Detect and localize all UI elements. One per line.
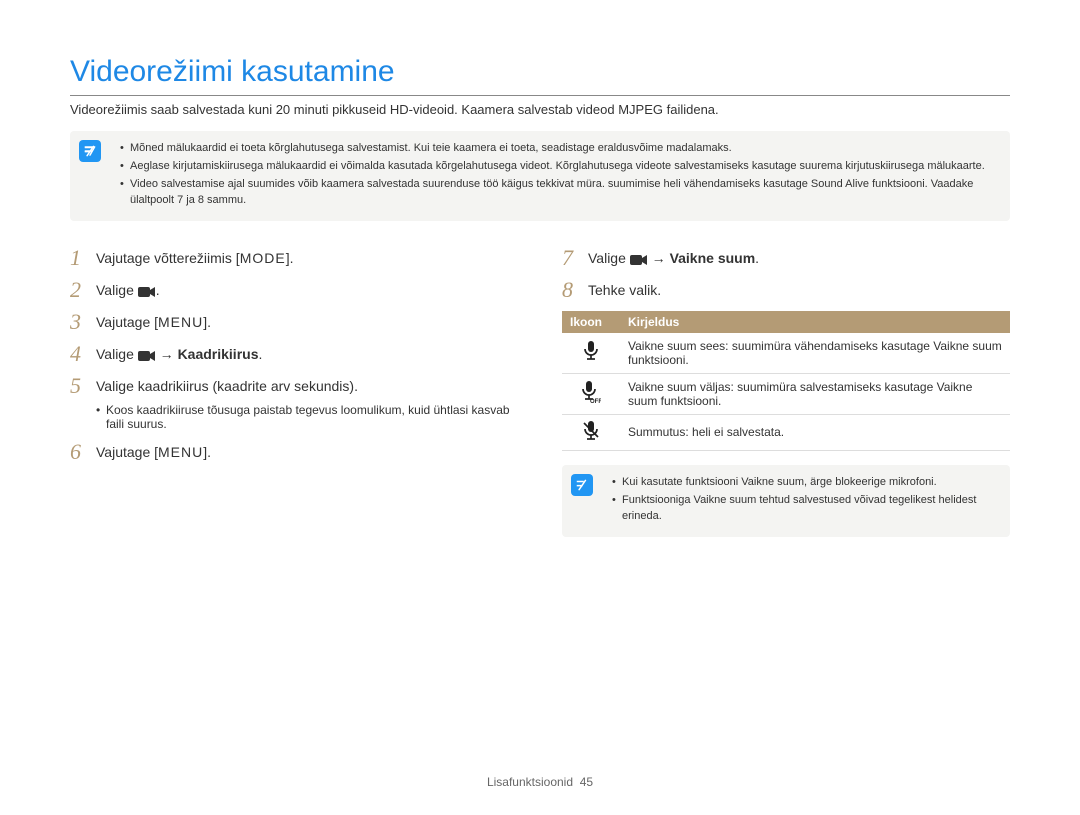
step-text: Valige kaadrikiirus (kaadrite arv sekund…	[96, 375, 358, 394]
intro-text: Videorežiimis saab salvestada kuni 20 mi…	[70, 102, 1010, 117]
options-table: Ikoon Kirjeldus Vaikne suum sees: suumim…	[562, 311, 1010, 451]
step-number: 2	[70, 279, 96, 301]
footer-page-number: 45	[580, 775, 593, 789]
step-8: 8 Tehke valik.	[562, 279, 1010, 301]
menu-label: MENU	[158, 314, 203, 330]
step-text: ].	[203, 444, 211, 460]
left-column: 1 Vajutage võtterežiimis [MODE]. 2 Valig…	[70, 247, 518, 563]
arrow-icon: →	[160, 346, 174, 362]
step-5: 5 Valige kaadrikiirus (kaadrite arv seku…	[70, 375, 518, 397]
step-number: 5	[70, 375, 96, 397]
top-note-item: Video salvestamise ajal suumides võib ka…	[120, 177, 1000, 209]
table-row-text: : heli ei salvestata.	[685, 425, 784, 439]
step-number: 3	[70, 311, 96, 333]
step-3: 3 Vajutage [MENU].	[70, 311, 518, 333]
step-1: 1 Vajutage võtterežiimis [MODE].	[70, 247, 518, 269]
step-number: 4	[70, 343, 96, 365]
bottom-notes-box: Kui kasutate funktsiooni Vaikne suum, är…	[562, 465, 1010, 537]
step-2: 2 Valige .	[70, 279, 518, 301]
table-row: Summutus: heli ei salvestata.	[562, 414, 1010, 450]
title-divider	[70, 95, 1010, 96]
top-notes-box: Mõned mälukaardid ei toeta kõrglahutuseg…	[70, 131, 1010, 221]
video-camera-icon	[138, 349, 156, 365]
bottom-note-item: Kui kasutate funktsiooni Vaikne suum, är…	[612, 475, 1000, 491]
note-icon	[79, 140, 101, 162]
step-text: Vajutage võtterežiimis [	[96, 250, 240, 266]
top-note-item: Aeglase kirjutamiskiirusega mälukaardid …	[120, 159, 1000, 175]
step-4: 4 Valige → Kaadrikiirus.	[70, 343, 518, 365]
step-text: .	[156, 282, 160, 298]
step-text: Valige	[96, 346, 138, 362]
step-number: 6	[70, 441, 96, 463]
step-5-note: Koos kaadrikiiruse tõusuga paistab tegev…	[96, 403, 518, 431]
bottom-note-item: Funktsiooniga Vaikne suum tehtud salvest…	[612, 493, 1000, 525]
table-row-bold: Vaikne suum sees	[628, 339, 725, 353]
menu-label: MENU	[158, 444, 203, 460]
step-7: 7 Valige → Vaikne suum.	[562, 247, 1010, 269]
step-text: Valige	[588, 250, 630, 266]
table-row-bold: Summutus	[628, 425, 685, 439]
mic-off-icon: OFF	[581, 381, 601, 406]
step-text: ].	[286, 250, 294, 266]
mic-mute-icon	[583, 421, 599, 444]
step-text: .	[259, 346, 263, 362]
step-text: Tehke valik.	[588, 279, 661, 298]
step-bold: Kaadrikiirus	[178, 346, 259, 362]
table-row: Vaikne suum sees: suumimüra vähendamisek…	[562, 333, 1010, 374]
note-icon	[571, 474, 593, 496]
step-text: Vajutage [	[96, 444, 158, 460]
svg-text:OFF: OFF	[590, 399, 601, 403]
step-6: 6 Vajutage [MENU].	[70, 441, 518, 463]
step-bold: Vaikne suum	[670, 250, 756, 266]
arrow-icon: →	[652, 250, 666, 266]
table-header-icon: Ikoon	[562, 311, 620, 333]
step-number: 7	[562, 247, 588, 269]
video-camera-icon	[138, 285, 156, 301]
step-text: Valige	[96, 282, 138, 298]
mode-label: MODE	[240, 250, 286, 266]
page-title: Videorežiimi kasutamine	[70, 55, 1010, 89]
step-text: Vajutage [	[96, 314, 158, 330]
table-row: OFF Vaikne suum väljas: suumimüra salves…	[562, 373, 1010, 414]
top-note-item: Mõned mälukaardid ei toeta kõrglahutuseg…	[120, 141, 1000, 157]
step-number: 8	[562, 279, 588, 301]
step-text: ].	[203, 314, 211, 330]
table-header-desc: Kirjeldus	[620, 311, 1010, 333]
page-footer: Lisafunktsioonid 45	[0, 775, 1080, 789]
footer-label: Lisafunktsioonid	[487, 775, 573, 789]
step-text: .	[755, 250, 759, 266]
table-row-bold: Vaikne suum väljas	[628, 380, 731, 394]
video-camera-icon	[630, 253, 648, 269]
mic-on-icon	[583, 341, 599, 364]
step-number: 1	[70, 247, 96, 269]
right-column: 7 Valige → Vaikne suum. 8 Tehke valik.	[562, 247, 1010, 563]
